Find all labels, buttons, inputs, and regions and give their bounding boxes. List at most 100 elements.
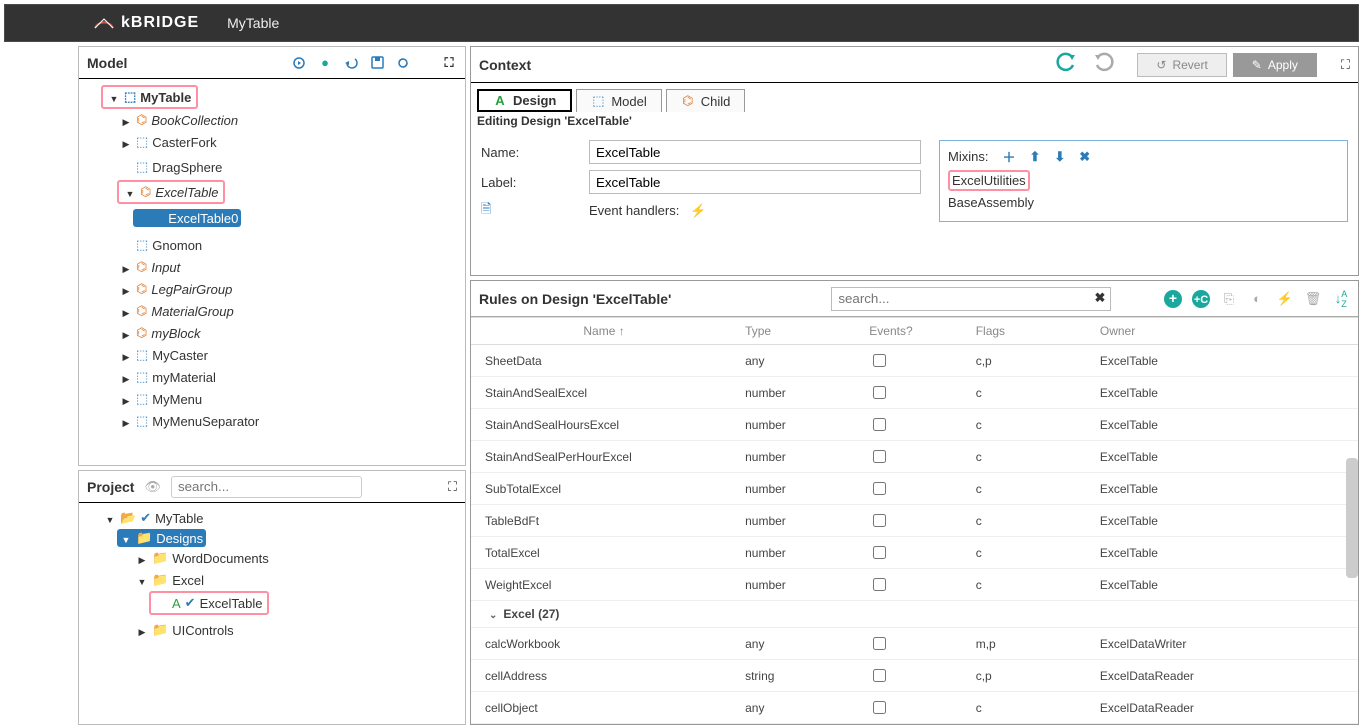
rules-grid[interactable]: Name ↑ Type Events? Flags Owner SheetDat… bbox=[471, 317, 1358, 724]
project-root[interactable]: 📂 ✔ MyTable bbox=[101, 509, 207, 527]
mixin-item[interactable]: BaseAssembly bbox=[948, 195, 1339, 210]
rule-row[interactable]: StainAndSealExcelnumbercExcelTable bbox=[471, 377, 1358, 409]
events-checkbox[interactable] bbox=[873, 669, 886, 682]
undo-icon[interactable] bbox=[1055, 52, 1077, 77]
rule-group-row[interactable]: ⌄Excel (27) bbox=[471, 601, 1358, 628]
copy-icon[interactable]: ⎘ bbox=[1220, 290, 1238, 308]
events-checkbox[interactable] bbox=[873, 482, 886, 495]
cube-icon: ⬚ bbox=[136, 159, 148, 175]
events-checkbox[interactable] bbox=[873, 701, 886, 714]
tab-design[interactable]: A Design bbox=[477, 89, 572, 112]
folder-item[interactable]: 📁UIControls bbox=[133, 621, 237, 639]
name-input[interactable] bbox=[589, 140, 921, 164]
model-tree[interactable]: ⬚ MyTable ⌬BookCollection ⬚CasterFork ⬚Dra… bbox=[79, 79, 465, 465]
move-down-icon[interactable]: ⬇ bbox=[1054, 149, 1065, 165]
visibility-icon[interactable]: 👁 bbox=[144, 479, 161, 495]
apply-button[interactable]: ✎Apply bbox=[1233, 53, 1317, 77]
folder-item[interactable]: 📁WordDocuments bbox=[133, 549, 272, 567]
move-up-icon[interactable]: ⬆ bbox=[1029, 149, 1040, 165]
cube-icon: ⬚ bbox=[136, 237, 148, 253]
lightning-icon[interactable]: ⚡ bbox=[690, 203, 706, 218]
tree-item[interactable]: ⬚MyMenuSeparator bbox=[117, 412, 262, 430]
events-checkbox[interactable] bbox=[873, 546, 886, 559]
tree-item[interactable]: ⬚myMaterial bbox=[117, 368, 219, 386]
col-owner[interactable]: Owner bbox=[1092, 318, 1358, 345]
tree-item[interactable]: ⌬myBlock bbox=[117, 324, 203, 342]
designs-folder[interactable]: 📁 Designs bbox=[117, 529, 206, 547]
play-icon[interactable] bbox=[291, 55, 307, 71]
revert-button[interactable]: ↺Revert bbox=[1137, 53, 1226, 77]
rule-row[interactable]: WeightExcelnumbercExcelTable bbox=[471, 569, 1358, 601]
cube-icon: ⬚ bbox=[136, 391, 148, 407]
tree-item[interactable]: ⌬LegPairGroup bbox=[117, 280, 235, 298]
model-toolbar: ● ⛶ bbox=[291, 55, 457, 71]
col-name[interactable]: Name ↑ bbox=[471, 318, 737, 345]
dot-icon[interactable]: ● bbox=[317, 55, 333, 71]
project-search-input[interactable] bbox=[171, 476, 362, 498]
label-input[interactable] bbox=[589, 170, 921, 194]
add-rule-icon[interactable]: + bbox=[1164, 290, 1182, 308]
events-checkbox[interactable] bbox=[873, 637, 886, 650]
expand-icon[interactable]: ⛶ bbox=[1341, 57, 1350, 73]
events-checkbox[interactable] bbox=[873, 578, 886, 591]
tree-item[interactable]: ⌬BookCollection bbox=[117, 111, 241, 129]
editing-design-label: Editing Design 'ExcelTable' bbox=[471, 112, 1358, 130]
add-mixin-icon[interactable]: ＋ bbox=[1002, 147, 1015, 166]
tree-item[interactable]: ⬚Gnomon bbox=[117, 236, 205, 254]
sort-az-icon[interactable]: ↓AZ bbox=[1332, 290, 1350, 308]
tab-child[interactable]: ⌬ Child bbox=[666, 89, 746, 112]
rules-search-input[interactable] bbox=[831, 287, 1111, 311]
tree-item[interactable]: ⬚ExcelTable0 bbox=[133, 209, 241, 227]
rule-row[interactable]: calcWorkbookanym,pExcelDataWriter bbox=[471, 628, 1358, 660]
col-type[interactable]: Type bbox=[737, 318, 861, 345]
col-events[interactable]: Events? bbox=[861, 318, 967, 345]
expand-icon[interactable]: ⛶ bbox=[448, 479, 457, 495]
rule-row[interactable]: cellObjectanycExcelDataReader bbox=[471, 692, 1358, 724]
events-checkbox[interactable] bbox=[873, 386, 886, 399]
toggle-icon[interactable]: ◐ bbox=[1248, 290, 1266, 308]
events-checkbox[interactable] bbox=[873, 450, 886, 463]
refresh-icon[interactable] bbox=[395, 55, 411, 71]
tree-item[interactable]: ⬚CasterFork bbox=[117, 133, 220, 151]
check-circle-icon: ✔ bbox=[185, 595, 196, 611]
rule-row[interactable]: SubTotalExcelnumbercExcelTable bbox=[471, 473, 1358, 505]
events-checkbox[interactable] bbox=[873, 418, 886, 431]
folder-item[interactable]: 📁Excel bbox=[133, 571, 207, 589]
undo-small-icon: ↺ bbox=[1156, 58, 1166, 72]
logo: kBRIDGE bbox=[93, 14, 199, 32]
rule-row[interactable]: cellAddressstringc,pExcelDataReader bbox=[471, 660, 1358, 692]
lightning-icon[interactable]: ⚡ bbox=[1276, 290, 1294, 308]
tree-item[interactable]: ⬚DragSphere bbox=[117, 158, 225, 176]
redo-icon[interactable] bbox=[1093, 52, 1115, 77]
rule-row[interactable]: TableBdFtnumbercExcelTable bbox=[471, 505, 1358, 537]
rule-row[interactable]: StainAndSealPerHourExcelnumbercExcelTabl… bbox=[471, 441, 1358, 473]
rule-row[interactable]: StainAndSealHoursExcelnumbercExcelTable bbox=[471, 409, 1358, 441]
tab-model[interactable]: ⬚ Model bbox=[576, 89, 661, 112]
tree-item[interactable]: ⌬Input bbox=[117, 258, 183, 276]
expand-icon[interactable]: ⛶ bbox=[441, 55, 457, 71]
mixin-item[interactable]: ExcelUtilities bbox=[948, 170, 1339, 191]
scrollbar-thumb[interactable] bbox=[1346, 458, 1358, 578]
rules-heading: Rules on Design 'ExcelTable' bbox=[479, 291, 671, 307]
org-icon: ⌬ bbox=[136, 303, 147, 319]
undo-icon[interactable] bbox=[343, 55, 359, 71]
tree-item[interactable]: ⬚MyCaster bbox=[117, 346, 211, 364]
rule-row[interactable]: SheetDataanyc,pExcelTable bbox=[471, 345, 1358, 377]
tree-item[interactable]: ⌬ExcelTable bbox=[121, 183, 221, 201]
tree-root[interactable]: ⬚ MyTable bbox=[105, 88, 194, 106]
document-icon[interactable]: 🗎 bbox=[481, 200, 581, 222]
col-flags[interactable]: Flags bbox=[968, 318, 1092, 345]
tree-item[interactable]: ⌬MaterialGroup bbox=[117, 302, 237, 320]
trash-icon[interactable]: 🗑 bbox=[1304, 290, 1322, 308]
events-checkbox[interactable] bbox=[873, 354, 886, 367]
save-icon[interactable] bbox=[369, 55, 385, 71]
design-item[interactable]: A ✔ ExcelTable bbox=[153, 594, 265, 612]
remove-mixin-icon[interactable]: ✖ bbox=[1079, 149, 1090, 165]
events-checkbox[interactable] bbox=[873, 514, 886, 527]
cube-icon: ⬚ bbox=[152, 210, 164, 226]
clear-search-icon[interactable]: ✖ bbox=[1094, 290, 1105, 306]
tree-item[interactable]: ⬚MyMenu bbox=[117, 390, 205, 408]
rule-row[interactable]: TotalExcelnumbercExcelTable bbox=[471, 537, 1358, 569]
folder-icon: 📁 bbox=[152, 622, 168, 638]
add-child-rule-icon[interactable]: +C bbox=[1192, 290, 1210, 308]
